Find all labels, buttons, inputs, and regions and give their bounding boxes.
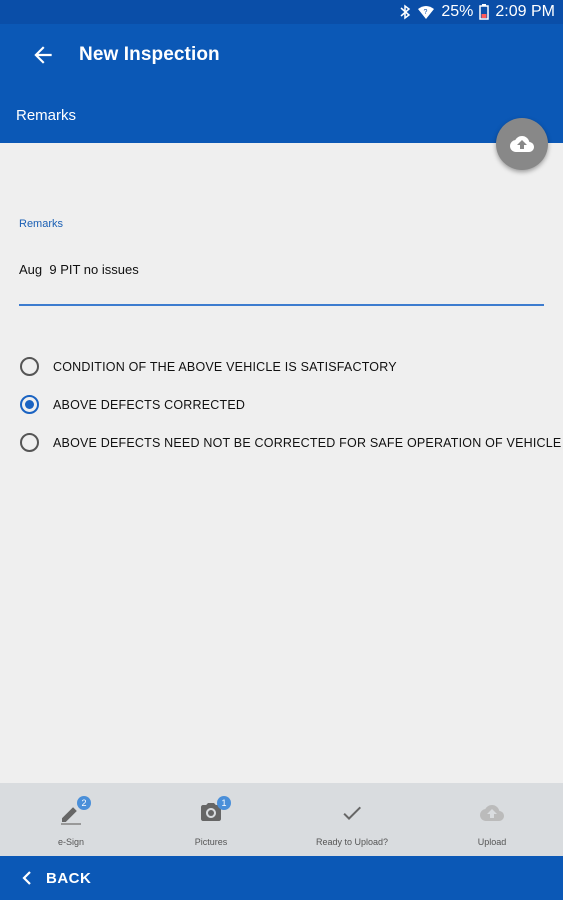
clock: 2:09 PM xyxy=(495,3,555,20)
bottom-toolbar: 2 e-Sign 1 Pictures Ready to Upload? Upl… xyxy=(0,783,563,856)
option-label: CONDITION OF THE ABOVE VEHICLE IS SATISF… xyxy=(53,359,397,374)
option-defects-not-corrected[interactable]: ABOVE DEFECTS NEED NOT BE CORRECTED FOR … xyxy=(20,433,561,452)
upload-button[interactable]: Upload xyxy=(432,783,552,856)
esign-button[interactable]: 2 e-Sign xyxy=(11,783,131,856)
battery-percent: 25% xyxy=(441,3,474,20)
radio-unchecked-icon[interactable] xyxy=(20,433,39,452)
back-label: BACK xyxy=(46,870,92,887)
ready-to-upload-button[interactable]: Ready to Upload? xyxy=(292,783,412,856)
option-label: ABOVE DEFECTS NEED NOT BE CORRECTED FOR … xyxy=(53,435,562,450)
cloud-upload-fab[interactable] xyxy=(496,118,548,170)
remarks-field-label: Remarks xyxy=(19,218,64,230)
bluetooth-icon xyxy=(400,4,411,20)
app-bar: New Inspection xyxy=(0,24,563,86)
esign-label: e-Sign xyxy=(57,837,84,847)
pictures-button[interactable]: 1 Pictures xyxy=(151,783,271,856)
option-satisfactory[interactable]: CONDITION OF THE ABOVE VEHICLE IS SATISF… xyxy=(20,357,397,376)
back-button[interactable]: BACK xyxy=(0,856,563,900)
back-arrow-icon[interactable] xyxy=(30,42,56,68)
page-title: New Inspection xyxy=(79,44,220,65)
remarks-input[interactable] xyxy=(19,258,544,306)
radio-unchecked-icon[interactable] xyxy=(20,357,39,376)
esign-count-badge: 2 xyxy=(77,796,91,810)
status-bar: ? 25% 2:09 PM xyxy=(0,0,563,24)
svg-text:?: ? xyxy=(424,9,428,16)
checkmark-icon xyxy=(343,806,361,820)
section-title: Remarks xyxy=(16,107,77,124)
radio-checked-icon[interactable] xyxy=(20,395,39,414)
ready-to-upload-label: Ready to Upload? xyxy=(315,837,389,847)
option-defects-corrected[interactable]: ABOVE DEFECTS CORRECTED xyxy=(20,395,245,414)
chevron-left-icon xyxy=(22,871,31,885)
upload-label: Upload xyxy=(477,837,507,847)
wifi-icon: ? xyxy=(418,6,435,19)
cloud-upload-icon xyxy=(510,136,534,152)
pictures-count-badge: 1 xyxy=(217,796,231,810)
section-header: Remarks xyxy=(0,86,563,143)
pictures-label: Pictures xyxy=(194,837,228,847)
battery-icon xyxy=(479,4,490,20)
status-icons: ? 25% 2:09 PM xyxy=(399,3,555,21)
option-label: ABOVE DEFECTS CORRECTED xyxy=(53,397,246,412)
cloud-upload-icon xyxy=(480,805,504,821)
